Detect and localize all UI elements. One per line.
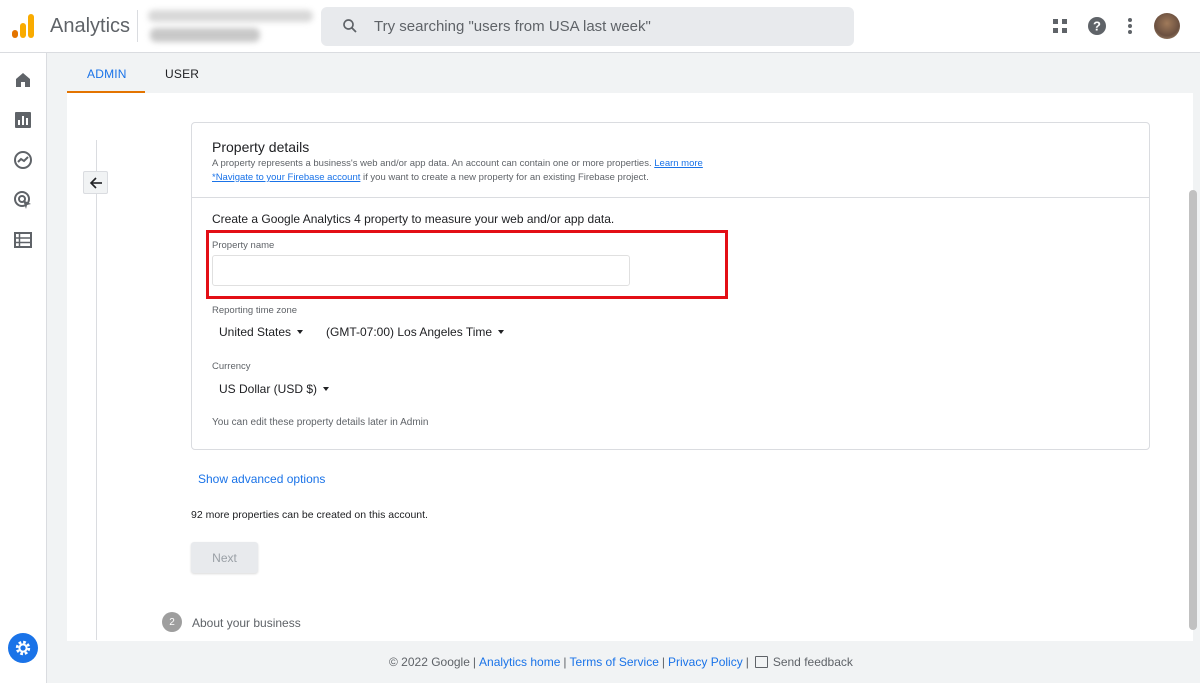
reports-icon[interactable] <box>13 110 33 130</box>
avatar[interactable] <box>1154 13 1180 39</box>
more-vert-icon[interactable] <box>1118 14 1142 38</box>
account-selector[interactable] <box>148 8 313 44</box>
currency-label: Currency <box>212 361 251 372</box>
back-button[interactable] <box>83 171 108 194</box>
card-header: Property details A property represents a… <box>192 123 1149 198</box>
country-value: United States <box>219 325 292 339</box>
next-button[interactable]: Next <box>191 542 258 573</box>
left-nav <box>0 53 47 683</box>
analytics-home-link[interactable]: Analytics home <box>479 655 560 669</box>
chevron-down-icon <box>323 387 330 391</box>
footer-copyright: © 2022 Google <box>389 655 470 669</box>
apps-grid-icon[interactable] <box>1048 14 1072 38</box>
stepper-line <box>96 140 97 640</box>
footer: © 2022 Google | Analytics home | Terms o… <box>389 655 853 669</box>
footer-separator: | <box>563 655 567 669</box>
help-icon[interactable]: ? <box>1085 14 1109 38</box>
property-name-label: Property name <box>212 240 275 251</box>
footer-separator: | <box>661 655 666 669</box>
card-description: A property represents a business's web a… <box>212 158 703 169</box>
chevron-down-icon <box>297 330 304 334</box>
timezone-dropdown[interactable]: (GMT-07:00) Los Angeles Time <box>326 325 505 339</box>
more-properties-text: 92 more properties can be created on thi… <box>191 509 428 521</box>
firebase-description: *Navigate to your Firebase account if yo… <box>212 172 649 183</box>
step-number-badge: 2 <box>162 612 182 632</box>
currency-value: US Dollar (USD $) <box>219 382 318 396</box>
firebase-description-text: if you want to create a new property for… <box>360 172 649 183</box>
edit-later-note: You can edit these property details late… <box>212 417 429 428</box>
privacy-link[interactable]: Privacy Policy <box>668 655 743 669</box>
currency-dropdown[interactable]: US Dollar (USD $) <box>219 382 330 396</box>
top-bar: Analytics Try searching "users from USA … <box>0 0 1200 53</box>
svg-text:?: ? <box>1093 19 1101 34</box>
search-placeholder: Try searching "users from USA last week" <box>374 18 651 35</box>
timezone-label: Reporting time zone <box>212 305 298 316</box>
search-bar[interactable]: Try searching "users from USA last week" <box>321 7 854 46</box>
firebase-link[interactable]: *Navigate to your Firebase account <box>212 172 360 183</box>
explore-icon[interactable] <box>13 150 33 170</box>
footer-separator: | <box>745 655 749 669</box>
terms-link[interactable]: Terms of Service <box>570 655 659 669</box>
search-icon <box>343 19 357 33</box>
property-name-input[interactable] <box>212 255 630 286</box>
configure-icon[interactable] <box>13 230 33 250</box>
advertising-icon[interactable] <box>13 190 33 210</box>
app-title[interactable]: Analytics <box>50 15 130 38</box>
settings-gear-icon[interactable] <box>8 633 38 663</box>
home-icon[interactable] <box>13 70 33 90</box>
arrow-back-icon <box>89 176 102 189</box>
card-title: Property details <box>212 139 310 155</box>
step-label[interactable]: About your business <box>192 616 301 630</box>
timezone-value: (GMT-07:00) Los Angeles Time <box>326 325 493 339</box>
country-dropdown[interactable]: United States <box>219 325 304 339</box>
tab-bar: ADMIN USER <box>47 53 1200 93</box>
feedback-icon <box>754 656 768 668</box>
scrollbar[interactable] <box>1189 190 1197 630</box>
footer-separator: | <box>472 655 477 669</box>
header-divider <box>137 10 138 42</box>
create-property-text: Create a Google Analytics 4 property to … <box>212 212 615 226</box>
analytics-logo-icon[interactable] <box>12 14 34 38</box>
send-feedback-link[interactable]: Send feedback <box>773 655 853 669</box>
card-description-text: A property represents a business's web a… <box>212 158 652 169</box>
chevron-down-icon <box>498 330 505 334</box>
show-advanced-options-link[interactable]: Show advanced options <box>198 472 325 486</box>
learn-more-link[interactable]: Learn more <box>654 158 703 169</box>
tab-admin[interactable]: ADMIN <box>87 67 127 81</box>
tab-user[interactable]: USER <box>165 67 199 81</box>
